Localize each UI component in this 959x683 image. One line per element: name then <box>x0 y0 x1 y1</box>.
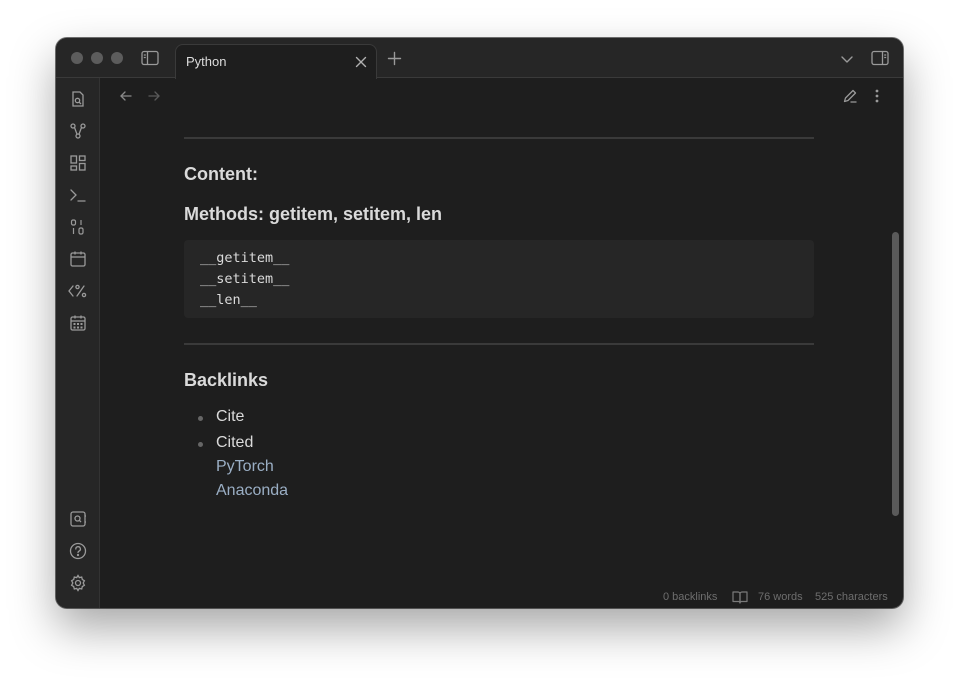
tab-title: Python <box>186 54 227 69</box>
app-window: Python Content: Methods: getitem, setite… <box>56 38 903 608</box>
quick-switcher-icon[interactable] <box>69 90 87 108</box>
note-content: Content: Methods: getitem, setitem, len … <box>184 116 814 586</box>
window-close-button[interactable] <box>71 52 83 64</box>
internal-link-pytorch[interactable]: PyTorch <box>216 458 274 476</box>
book-open-icon[interactable] <box>732 590 748 604</box>
arrow-left-icon[interactable] <box>119 89 133 103</box>
list-item: Cited <box>216 434 254 451</box>
calendar-icon[interactable] <box>69 314 87 332</box>
close-tab-icon[interactable] <box>354 55 368 69</box>
more-options-icon[interactable] <box>874 88 880 104</box>
right-sidebar-toggle-icon[interactable] <box>871 50 889 66</box>
status-character-count: 525 characters <box>815 591 888 603</box>
scrollbar[interactable] <box>889 116 901 586</box>
terminal-icon[interactable] <box>69 186 87 204</box>
code-line: __len__ <box>200 292 257 308</box>
divider <box>184 137 814 139</box>
edit-pencil-icon[interactable] <box>842 88 858 104</box>
vault-switcher-icon[interactable] <box>69 510 87 528</box>
list-bullet <box>198 416 203 421</box>
chevron-down-icon[interactable] <box>840 52 854 66</box>
canvas-icon[interactable] <box>69 154 87 172</box>
title-bar: Python <box>56 38 903 79</box>
code-line: __getitem__ <box>200 250 290 266</box>
random-note-icon[interactable] <box>69 218 87 236</box>
heading-methods: Methods: getitem, setitem, len <box>184 204 443 224</box>
window-minimize-button[interactable] <box>91 52 103 64</box>
status-word-count: 76 words <box>758 591 803 603</box>
templater-icon[interactable] <box>67 282 89 300</box>
list-bullet <box>198 442 203 447</box>
divider <box>184 343 814 345</box>
heading-backlinks: Backlinks <box>184 370 269 390</box>
scrollbar-thumb[interactable] <box>892 232 899 516</box>
status-backlinks[interactable]: 0 backlinks <box>663 591 717 603</box>
code-block[interactable]: __getitem__ __setitem__ __len__ <box>184 240 814 318</box>
new-tab-icon[interactable] <box>387 51 402 66</box>
window-maximize-button[interactable] <box>111 52 123 64</box>
daily-note-icon[interactable] <box>69 250 87 268</box>
code-line: __setitem__ <box>200 271 290 287</box>
settings-icon[interactable] <box>69 574 87 592</box>
heading-content: Content: <box>184 164 258 184</box>
arrow-right-icon[interactable] <box>147 89 161 103</box>
list-item: Cite <box>216 408 245 425</box>
left-sidebar-toggle-icon[interactable] <box>141 50 159 66</box>
status-bar: 0 backlinks 76 words 525 characters <box>656 590 901 606</box>
graph-view-icon[interactable] <box>69 122 87 140</box>
help-icon[interactable] <box>69 542 87 560</box>
internal-link-anaconda[interactable]: Anaconda <box>216 482 288 500</box>
ribbon <box>56 78 100 608</box>
tab-python[interactable]: Python <box>175 44 377 79</box>
